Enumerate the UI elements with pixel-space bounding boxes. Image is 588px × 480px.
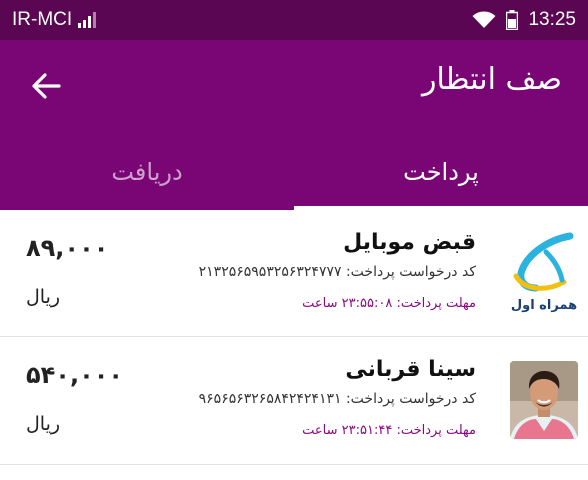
page-title: صف انتظار bbox=[421, 62, 562, 97]
request-currency: ریال bbox=[26, 413, 61, 435]
request-deadline: مهلت پرداخت: ۲۳:۵۱:۴۴ ساعت bbox=[302, 423, 476, 438]
status-bar: IR-MCI 13:25 bbox=[0, 0, 588, 40]
request-amount: ۵۴۰,۰۰۰ bbox=[26, 361, 124, 389]
request-code: کد درخواست پرداخت: ۲۱۳۲۵۶۵۹۵۳۲۵۶۳۲۴۷۷۷ bbox=[198, 264, 476, 280]
carrier-name: IR-MCI bbox=[12, 9, 73, 30]
request-title: قبض موبایل bbox=[343, 230, 476, 255]
battery-icon bbox=[506, 10, 519, 30]
request-currency: ریال bbox=[26, 286, 61, 308]
user-photo bbox=[510, 361, 578, 439]
request-deadline: مهلت پرداخت: ۲۳:۵۵:۰۸ ساعت bbox=[302, 296, 476, 311]
app-bar: صف انتظار bbox=[0, 40, 588, 134]
request-title: سینا قربانی bbox=[345, 357, 476, 382]
tab-receive[interactable]: دریافت bbox=[0, 134, 294, 210]
clock-time: 13:25 bbox=[528, 9, 576, 30]
arrow-left-icon bbox=[31, 73, 61, 99]
tab-payment[interactable]: پرداخت bbox=[294, 134, 588, 210]
back-button[interactable] bbox=[26, 66, 66, 106]
request-code: کد درخواست پرداخت: ۹۶۵۶۵۶۳۲۶۵۸۴۲۴۲۴۱۳۱ bbox=[198, 391, 476, 407]
list-item[interactable]: همراه اول قبض موبایل کد درخواست پرداخت: … bbox=[0, 210, 588, 337]
tab-bar: پرداخت دریافت bbox=[0, 134, 588, 210]
list-item[interactable]: سینا قربانی کد درخواست پرداخت: ۹۶۵۶۵۶۳۲۶… bbox=[0, 337, 588, 465]
status-left: IR-MCI bbox=[12, 9, 97, 31]
status-right: 13:25 bbox=[472, 9, 576, 31]
logo-text: همراه اول bbox=[511, 298, 577, 313]
request-amount: ۸۹,۰۰۰ bbox=[26, 234, 109, 262]
hamrah-aval-logo: همراه اول bbox=[510, 232, 578, 314]
payment-request-list: همراه اول قبض موبایل کد درخواست پرداخت: … bbox=[0, 210, 588, 465]
cellular-signal-icon bbox=[78, 12, 97, 28]
wifi-icon bbox=[472, 11, 496, 29]
